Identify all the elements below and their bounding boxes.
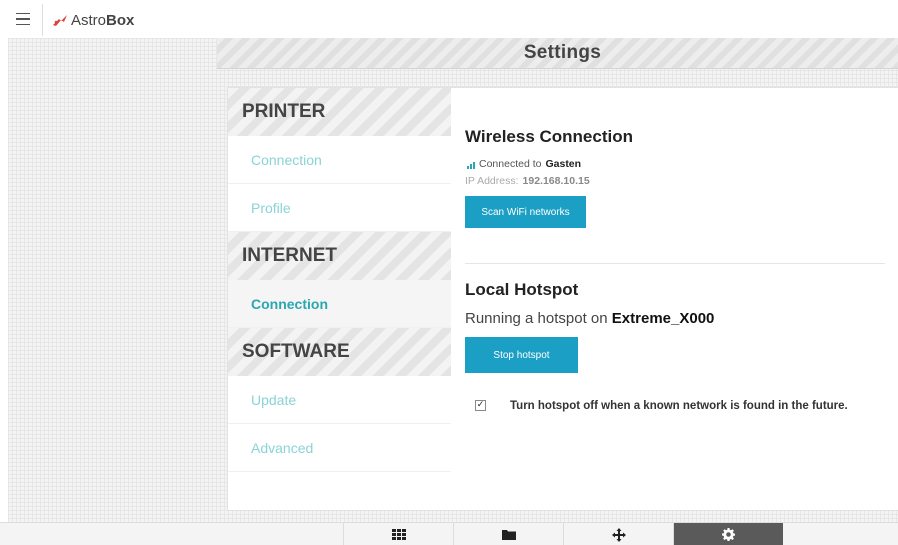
brand-logo[interactable]: AstroBox xyxy=(52,9,134,31)
top-bar: AstroBox xyxy=(0,0,898,38)
toolbar-files-button[interactable] xyxy=(453,523,563,545)
folder-icon xyxy=(501,530,516,540)
astrobox-logo-icon xyxy=(53,15,67,26)
hamburger-menu-icon[interactable] xyxy=(10,8,36,30)
scan-wifi-button[interactable]: Scan WiFi networks xyxy=(465,196,586,228)
section-divider xyxy=(465,263,885,264)
settings-sidebar: PRINTER Connection Profile INTERNET Conn… xyxy=(227,87,452,511)
top-bar-divider xyxy=(42,4,43,36)
toolbar-settings-button[interactable] xyxy=(673,523,783,545)
toolbar-move-button[interactable] xyxy=(563,523,673,545)
nav-section-software: SOFTWARE xyxy=(228,328,451,376)
nav-item-software-advanced[interactable]: Advanced xyxy=(228,424,451,472)
nav-item-printer-connection[interactable]: Connection xyxy=(228,136,451,184)
ip-address-line: IP Address: 192.168.10.15 xyxy=(465,175,590,187)
settings-content: Wireless Connection Connected to Gasten … xyxy=(451,87,898,511)
nav-item-software-update[interactable]: Update xyxy=(228,376,451,424)
hotspot-auto-off-label: Turn hotspot off when a known network is… xyxy=(510,400,848,412)
signal-strength-icon xyxy=(467,160,475,169)
ip-value: 192.168.10.15 xyxy=(522,175,590,187)
brand-name: AstroBox xyxy=(71,11,135,29)
stop-hotspot-button[interactable]: Stop hotspot xyxy=(465,337,578,373)
nav-section-printer: PRINTER xyxy=(228,88,451,136)
wireless-heading: Wireless Connection xyxy=(465,127,633,146)
gear-icon xyxy=(722,528,735,541)
connected-prefix: Connected to xyxy=(479,158,542,170)
nav-item-printer-profile[interactable]: Profile xyxy=(228,184,451,232)
grid-icon xyxy=(391,529,406,540)
ip-label: IP Address: xyxy=(465,175,519,187)
hotspot-status: Running a hotspot on Extreme_X000 xyxy=(465,310,714,327)
settings-header: Settings xyxy=(217,38,898,69)
nav-item-internet-connection[interactable]: Connection xyxy=(228,280,451,328)
hotspot-name: Extreme_X000 xyxy=(611,310,715,327)
page-title: Settings xyxy=(523,42,602,63)
wifi-status: Connected to Gasten xyxy=(467,158,581,170)
toolbar-grid-button[interactable] xyxy=(343,523,453,545)
bottom-toolbar xyxy=(0,522,898,545)
network-name: Gasten xyxy=(545,158,582,170)
hotspot-heading: Local Hotspot xyxy=(465,280,579,299)
nav-section-internet: INTERNET xyxy=(228,232,451,280)
hotspot-auto-off-checkbox[interactable]: ✓ xyxy=(475,400,486,411)
move-icon xyxy=(611,527,626,542)
hotspot-running-prefix: Running a hotspot on xyxy=(465,310,608,327)
